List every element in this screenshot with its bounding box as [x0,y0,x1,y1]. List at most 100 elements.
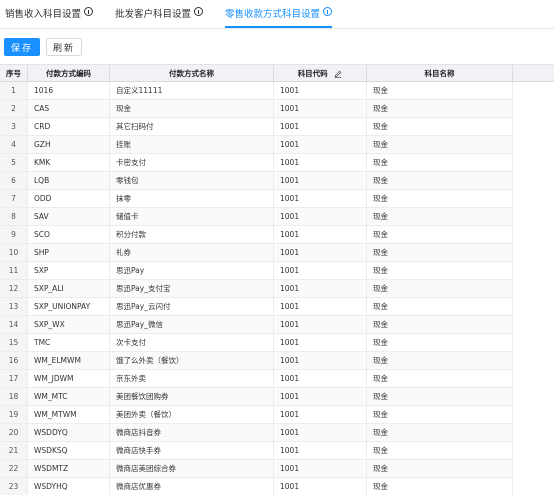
cell-subject-code[interactable]: 1001 [274,406,367,423]
cell-subject-code[interactable]: 1001 [274,460,367,477]
cell-payment-name: 微商店快手券 [110,442,274,459]
column-header-subject-code[interactable]: 科目代码 [274,65,367,82]
column-header-label: 科目代码 [297,69,328,78]
cell-subject-name: 现金 [367,460,513,477]
cell-payment-code: WM_JDWM [28,370,110,387]
cell-payment-code: SHP [28,244,110,261]
cell-subject-code[interactable]: 1001 [274,208,367,225]
cell-payment-code: SXP_UNIONPAY [28,298,110,315]
cell-subject-code[interactable]: 1001 [274,244,367,261]
refresh-button[interactable]: 刷新 [46,38,82,56]
cell-subject-name: 现金 [367,208,513,225]
tab-sales-income-subject[interactable]: 销售收入科目设置 [5,6,94,28]
column-header-payment-code[interactable]: 付款方式编码 [28,65,110,82]
column-header-payment-name[interactable]: 付款方式名称 [110,65,274,82]
cell-payment-name: 微商店优惠券 [110,478,274,495]
tab-wholesale-customer-subject[interactable]: 批发客户科目设置 [115,6,204,28]
table-row[interactable]: 22 WSDMTZ 微商店美团综合券 1001 现金 [0,460,513,478]
cell-subject-name: 现金 [367,424,513,441]
table-row[interactable]: 9 SCO 积分付款 1001 现金 [0,226,513,244]
tab-label: 零售收款方式科目设置 [225,9,321,20]
cell-subject-name: 现金 [367,334,513,351]
table-row[interactable]: 21 WSDKSQ 微商店快手券 1001 现金 [0,442,513,460]
cell-payment-name: 储值卡 [110,208,274,225]
tab-label: 销售收入科目设置 [5,9,82,20]
cell-payment-code: WM_MTC [28,388,110,405]
table-row[interactable]: 5 KMK 卡密支付 1001 现金 [0,154,513,172]
table-row[interactable]: 2 CAS 现金 1001 现金 [0,100,513,118]
cell-index: 21 [0,442,28,459]
cell-subject-name: 现金 [367,100,513,117]
cell-payment-code: 1016 [28,82,110,99]
cell-subject-name: 现金 [367,226,513,243]
cell-subject-code[interactable]: 1001 [274,316,367,333]
cell-payment-name: 思迅Pay [110,262,274,279]
cell-payment-name: 挂账 [110,136,274,153]
cell-subject-name: 现金 [367,406,513,423]
table-row[interactable]: 17 WM_JDWM 京东外卖 1001 现金 [0,370,513,388]
cell-subject-code[interactable]: 1001 [274,280,367,297]
cell-index: 7 [0,190,28,207]
cell-subject-code[interactable]: 1001 [274,352,367,369]
cell-subject-code[interactable]: 1001 [274,226,367,243]
table-row[interactable]: 19 WM_MTWM 美团外卖（餐饮） 1001 现金 [0,406,513,424]
table-row[interactable]: 20 WSDDYQ 微商店抖音券 1001 现金 [0,424,513,442]
cell-payment-code: WSDDYQ [28,424,110,441]
cell-subject-code[interactable]: 1001 [274,442,367,459]
cell-payment-name: 次卡支付 [110,334,274,351]
cell-subject-name: 现金 [367,244,513,261]
cell-payment-code: SAV [28,208,110,225]
cell-payment-code: TMC [28,334,110,351]
table-row[interactable]: 23 WSDYHQ 微商店优惠券 1001 现金 [0,478,513,495]
table-row[interactable]: 4 GZH 挂账 1001 现金 [0,136,513,154]
info-circle-icon [323,7,332,16]
cell-subject-code[interactable]: 1001 [274,298,367,315]
cell-subject-name: 现金 [367,280,513,297]
table-row[interactable]: 1 1016 自定义11111 1001 现金 [0,82,513,100]
cell-subject-code[interactable]: 1001 [274,190,367,207]
table-row[interactable]: 12 SXP_ALI 思迅Pay_支付宝 1001 现金 [0,280,513,298]
cell-payment-name: 微商店美团综合券 [110,460,274,477]
table-row[interactable]: 16 WM_ELMWM 饿了么外卖（餐饮） 1001 现金 [0,352,513,370]
cell-subject-name: 现金 [367,190,513,207]
cell-subject-code[interactable]: 1001 [274,136,367,153]
cell-index: 10 [0,244,28,261]
table-row[interactable]: 11 SXP 思迅Pay 1001 现金 [0,262,513,280]
cell-subject-code[interactable]: 1001 [274,100,367,117]
table-row[interactable]: 18 WM_MTC 美团餐饮团购券 1001 现金 [0,388,513,406]
table-row[interactable]: 14 SXP_WX 思迅Pay_微信 1001 现金 [0,316,513,334]
tab-retail-payment-subject[interactable]: 零售收款方式科目设置 [225,6,332,28]
table-row[interactable]: 13 SXP_UNIONPAY 思迅Pay_云闪付 1001 现金 [0,298,513,316]
table-row[interactable]: 6 LQB 零钱包 1001 现金 [0,172,513,190]
table-row[interactable]: 15 TMC 次卡支付 1001 现金 [0,334,513,352]
cell-subject-code[interactable]: 1001 [274,424,367,441]
cell-subject-code[interactable]: 1001 [274,154,367,171]
cell-subject-code[interactable]: 1001 [274,478,367,495]
cell-subject-name: 现金 [367,154,513,171]
cell-subject-code[interactable]: 1001 [274,172,367,189]
cell-subject-name: 现金 [367,172,513,189]
column-header-subject-name[interactable]: 科目名称 [367,65,513,82]
cell-index: 4 [0,136,28,153]
cell-subject-code[interactable]: 1001 [274,370,367,387]
table-row[interactable]: 7 ODD 抹零 1001 现金 [0,190,513,208]
cell-index: 14 [0,316,28,333]
save-button[interactable]: 保存 [4,38,40,56]
cell-payment-name: 卡密支付 [110,154,274,171]
cell-payment-code: ODD [28,190,110,207]
cell-subject-name: 现金 [367,298,513,315]
cell-subject-code[interactable]: 1001 [274,334,367,351]
cell-subject-code[interactable]: 1001 [274,388,367,405]
cell-subject-code[interactable]: 1001 [274,82,367,99]
cell-index: 19 [0,406,28,423]
tab-label: 批发客户科目设置 [115,9,192,20]
cell-payment-code: WM_ELMWM [28,352,110,369]
table-row[interactable]: 3 CRD 其它扫码付 1001 现金 [0,118,513,136]
cell-subject-name: 现金 [367,442,513,459]
cell-payment-name: 微商店抖音券 [110,424,274,441]
cell-subject-code[interactable]: 1001 [274,118,367,135]
table-row[interactable]: 10 SHP 礼券 1001 现金 [0,244,513,262]
cell-subject-code[interactable]: 1001 [274,262,367,279]
table-row[interactable]: 8 SAV 储值卡 1001 现金 [0,208,513,226]
info-circle-icon [84,7,94,16]
